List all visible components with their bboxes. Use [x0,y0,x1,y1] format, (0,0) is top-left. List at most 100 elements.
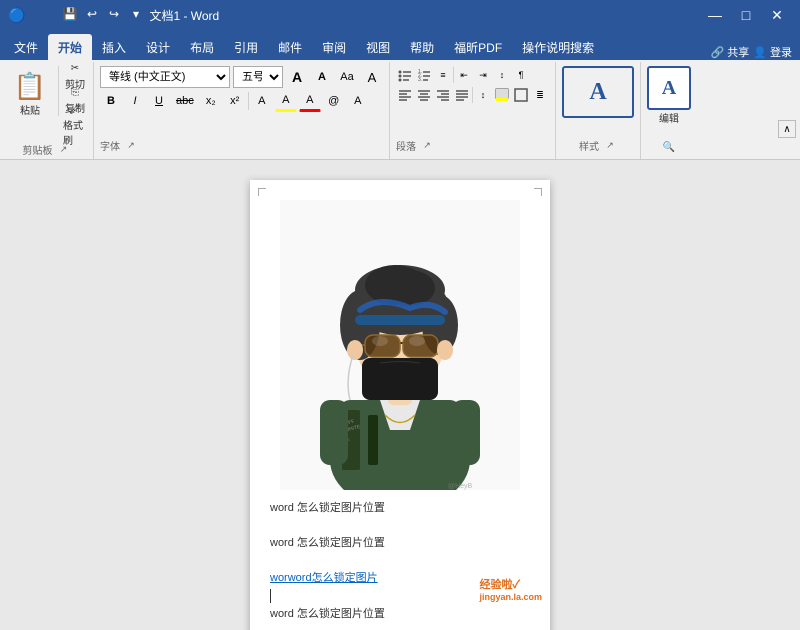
justify-button[interactable] [453,86,471,104]
tab-references[interactable]: 引用 [224,34,268,60]
para-expand-btn[interactable]: ↗ [420,139,434,153]
strikethrough-button[interactable]: abc [172,90,198,112]
para-footer: 段落 ↗ [396,136,549,155]
increase-indent-button[interactable]: ⇥ [474,66,492,84]
underline-button[interactable]: U [148,90,170,112]
copy-icon: ⎘ [71,87,79,98]
sort-button[interactable]: ↕ [493,66,511,84]
font-divider1 [248,92,249,110]
tab-help[interactable]: 帮助 [400,34,444,60]
format-painter-button[interactable]: 🖌 格式刷 [63,114,87,136]
font-expand-btn[interactable]: ↗ [124,139,138,153]
clear-format-button[interactable]: A [361,66,383,88]
close-button[interactable]: ✕ [762,1,792,29]
tab-home[interactable]: 开始 [48,34,92,60]
chinese-layout-button[interactable]: ≣ [531,86,549,104]
clipboard-expand-btn[interactable]: ↗ [57,143,71,157]
paste-group: 📋 粘贴 [6,66,54,122]
font-size-select[interactable]: 五号 [233,66,283,88]
font-row1: 等线 (中文正文) 五号 A A Aa A [100,66,383,88]
superscript-button[interactable]: x² [224,90,246,112]
qat-dropdown-button[interactable]: ▾ [126,4,146,24]
style-a-label: A [589,79,606,106]
style-preview[interactable]: A [562,66,634,118]
clipboard-divider [58,66,59,116]
char-spacing-button[interactable]: @ [323,90,345,112]
tab-view[interactable]: 视图 [356,34,400,60]
highlight-button[interactable]: A [275,90,297,112]
align-left-button[interactable] [396,86,414,104]
ribbon-group-clipboard: 📋 粘贴 ✂ 剪切 ⎘ 复制 🖌 格式刷 [0,62,94,159]
shading-button[interactable] [493,86,511,104]
clipboard-label: 剪贴板 [23,142,53,159]
change-case-button[interactable]: Aa [336,66,358,88]
font-color-button[interactable]: A [299,90,321,112]
edit-style-button[interactable]: A 编辑 [647,66,691,125]
para-row2: ↕ ≣ [396,86,549,104]
tab-review[interactable]: 审阅 [312,34,356,60]
word-icon: 🔵 [8,7,25,24]
line-spacing-button[interactable]: ↕ [474,86,492,104]
text-line-2: word 怎么锁定图片位置 [270,535,530,553]
text-line-4: word 怎么锁定图片位置 [270,606,530,624]
text-effect-button[interactable]: A [251,90,273,112]
multilevel-list-button[interactable]: ≡ [434,66,452,84]
corner-mark-tr [534,188,542,196]
font-shrink-button[interactable]: A [311,66,333,88]
user-account[interactable]: 👤 登录 [753,44,792,60]
font-misc-button[interactable]: A [347,90,369,112]
clipboard-footer: 剪贴板 ↗ [23,140,71,159]
tab-layout[interactable]: 布局 [180,34,224,60]
title-bar-left: 🔵 💾 ↩ ↪ ▾ 文档1 - Word [8,7,219,24]
bold-button[interactable]: B [100,90,122,112]
para-divider2 [472,87,473,103]
font-family-select[interactable]: 等线 (中文正文) [100,66,230,88]
tab-insert[interactable]: 插入 [92,34,136,60]
tab-mailings[interactable]: 邮件 [268,34,312,60]
style-edit-preview: A [647,66,691,110]
paste-button[interactable]: 📋 粘贴 [6,66,54,122]
redo-button[interactable]: ↪ [104,4,124,24]
decrease-indent-button[interactable]: ⇤ [455,66,473,84]
paste-icon: 📋 [14,71,46,102]
tab-search[interactable]: 操作说明搜索 [512,34,604,60]
subscript-button[interactable]: x₂ [200,90,222,112]
style-expand-btn[interactable]: ↗ [603,139,617,153]
border-button[interactable] [512,86,530,104]
align-center-button[interactable] [415,86,433,104]
document-text[interactable]: word 怎么锁定图片位置 word 怎么锁定图片位置 worword怎么锁定图… [270,500,530,630]
ribbon-group-paragraph: 1.2.3. ≡ ⇤ ⇥ ↕ ¶ ↕ [390,62,556,159]
ribbon-group-editing: A 编辑 🔍 [641,62,697,159]
ribbon-collapse-button[interactable]: ∧ [778,120,796,138]
maximize-button[interactable]: □ [731,1,761,29]
italic-button[interactable]: I [124,90,146,112]
share-button[interactable]: 🔗 共享 [710,44,749,60]
tab-foxit[interactable]: 福昕PDF [444,34,512,60]
editing-footer: 🔍 [663,140,675,155]
window-title: 文档1 - Word [149,7,219,24]
svg-text:3.: 3. [418,77,422,82]
document-area[interactable]: OFF WHITE PA [0,160,800,630]
font-grow-button[interactable]: A [286,66,308,88]
ribbon-tab-bar: 文件 开始 插入 设计 布局 引用 邮件 审阅 视图 帮助 福昕PDF 操作说明… [0,30,800,60]
align-right-button[interactable] [434,86,452,104]
watermark: 经验啦✓ jingyan.la.com [479,576,542,602]
main-content: OFF WHITE PA [0,160,800,630]
style-footer: 样式 ↗ [579,136,617,155]
numbering-button[interactable]: 1.2.3. [415,66,433,84]
ribbon-group-style: A 样式 ↗ [556,62,641,159]
tab-design[interactable]: 设计 [136,34,180,60]
editing-search-btn[interactable]: 🔍 [663,142,675,155]
clipboard-small-buttons: ✂ 剪切 ⎘ 复制 🖌 格式刷 [63,66,87,136]
minimize-button[interactable]: — [700,1,730,29]
format-painter-icon: 🖌 [69,104,82,115]
undo-button[interactable]: ↩ [82,4,102,24]
bullets-button[interactable] [396,66,414,84]
cut-button[interactable]: ✂ 剪切 [63,66,87,88]
quick-access-toolbar: 💾 ↩ ↪ ▾ [60,4,146,24]
embedded-image[interactable]: OFF WHITE PA [280,200,520,490]
show-formatting-button[interactable]: ¶ [512,66,530,84]
tab-file[interactable]: 文件 [4,34,48,60]
para-divider1 [453,67,454,83]
save-button[interactable]: 💾 [60,4,80,24]
